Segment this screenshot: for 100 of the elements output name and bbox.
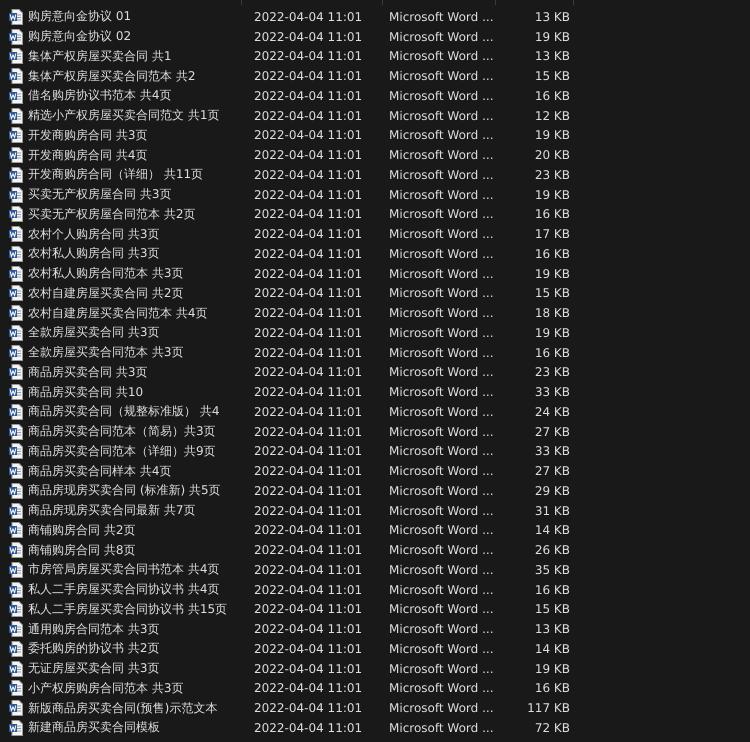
file-name[interactable]: 商品房买卖合同样本 共4页 (28, 462, 172, 480)
modified-date: 2022-04-04 11:01 (253, 582, 364, 597)
file-name[interactable]: 开发商购房合同（详细） 共11页 (28, 166, 204, 184)
file-name[interactable]: 集体产权房屋买卖合同范本 共2 (28, 68, 196, 85)
file-size: 29 KB (534, 484, 570, 498)
file-name[interactable]: 商品房买卖合同范本（详细）共9页 (28, 442, 216, 460)
file-type: Microsoft Word ... (388, 168, 495, 182)
document-icon (9, 443, 23, 460)
modified-date: 2022-04-04 11:01 (253, 346, 364, 360)
document-icon (9, 660, 23, 677)
file-name[interactable]: 开发商购房合同 共3页 (28, 126, 148, 144)
file-name[interactable]: 商品房买卖合同 共10 (28, 384, 144, 401)
file-type: Microsoft Word ... (388, 227, 495, 242)
document-icon (9, 28, 23, 45)
file-name[interactable]: 商铺购房合同 共2页 (28, 522, 136, 539)
file-name[interactable]: 商品房买卖合同 共3页 (28, 364, 148, 381)
file-name[interactable]: 新版商品房买卖合同(预售)示范文本 (28, 700, 218, 717)
file-name[interactable]: 商品房现房买卖合同最新 共7页 (28, 502, 196, 520)
file-name[interactable]: 农村自建房屋买卖合同范本 共4页 (28, 304, 208, 322)
file-type: Microsoft Word ... (388, 128, 495, 142)
modified-date: 2022-04-04 11:01 (253, 543, 364, 558)
file-size: 16 KB (534, 346, 570, 360)
file-size: 35 KB (534, 562, 570, 577)
file-name[interactable]: 通用购房合同范本 共3页 (28, 620, 160, 638)
file-name[interactable]: 私人二手房屋买卖合同协议书 共4页 (28, 581, 220, 598)
document-icon (9, 522, 23, 538)
modified-date: 2022-04-04 11:01 (253, 701, 364, 716)
document-icon (9, 640, 23, 657)
file-size: 18 KB (534, 306, 570, 320)
document-icon (9, 108, 23, 124)
file-size: 31 KB (534, 504, 570, 518)
file-name[interactable]: 集体产权房屋买卖合同 共1 (28, 48, 172, 65)
file-name[interactable]: 借名购房协议书范本 共4页 (28, 87, 172, 104)
file-type: Microsoft Word ... (388, 484, 495, 498)
document-icon (9, 482, 23, 499)
document-icon (9, 621, 23, 638)
modified-date: 2022-04-04 11:01 (253, 326, 364, 340)
document-icon (9, 601, 23, 618)
file-type: Microsoft Word ... (388, 49, 495, 64)
file-size: 20 KB (534, 148, 570, 162)
file-size: 19 KB (534, 188, 570, 202)
file-name[interactable]: 精选小产权房屋买卖合同范文 共1页 (28, 107, 220, 124)
file-type: Microsoft Word ... (388, 108, 495, 123)
file-size: 12 KB (534, 108, 570, 123)
file-name[interactable]: 购房意向金协议 02 (28, 28, 132, 46)
modified-date: 2022-04-04 11:01 (253, 642, 364, 656)
modified-date: 2022-04-04 11:01 (253, 365, 364, 380)
file-name[interactable]: 商铺购房合同 共8页 (28, 542, 136, 559)
file-size: 14 KB (534, 642, 570, 656)
document-icon (9, 680, 23, 696)
file-name[interactable]: 买卖无产权房屋合同范本 共2页 (28, 206, 196, 223)
file-name[interactable]: 无证房屋买卖合同 共3页 (28, 660, 160, 678)
file-type: Microsoft Word ... (388, 346, 495, 360)
file-name[interactable]: 农村私人购房合同 共3页 (28, 245, 160, 262)
file-type: Microsoft Word ... (388, 504, 495, 518)
file-name[interactable]: 市房管局房屋买卖合同书范本 共4页 (28, 561, 220, 578)
document-icon (9, 186, 23, 203)
document-icon (9, 147, 23, 164)
document-icon (9, 285, 23, 302)
file-name[interactable]: 全款房屋买卖合同 共3页 (28, 324, 160, 342)
file-name[interactable]: 私人二手房屋买卖合同协议书 共15页 (28, 600, 228, 618)
file-name[interactable]: 农村私人购房合同范本 共3页 (28, 265, 184, 282)
document-icon (9, 88, 23, 104)
file-size: 72 KB (534, 720, 570, 735)
file-name[interactable]: 农村自建房屋买卖合同 共2页 (28, 284, 184, 302)
file-type: Microsoft Word ... (388, 10, 495, 24)
file-name[interactable]: 购房意向金协议 01 (28, 8, 132, 26)
file-name[interactable]: 新建商品房买卖合同模板 (28, 719, 160, 736)
file-size: 17 KB (534, 227, 570, 242)
modified-date: 2022-04-04 11:01 (253, 207, 364, 222)
file-type: Microsoft Word ... (388, 30, 495, 44)
file-name[interactable]: 全款房屋买卖合同范本 共3页 (28, 344, 184, 362)
file-type: Microsoft Word ... (388, 188, 495, 202)
modified-date: 2022-04-04 11:01 (253, 504, 364, 518)
document-icon (9, 8, 23, 25)
file-size: 19 KB (534, 662, 570, 676)
modified-date: 2022-04-04 11:01 (253, 306, 364, 320)
file-name[interactable]: 商品房买卖合同（规整标准版） 共4 (28, 403, 220, 420)
document-icon (9, 720, 23, 736)
document-icon (9, 68, 23, 84)
file-size: 19 KB (534, 326, 570, 340)
file-name[interactable]: 开发商购房合同 共4页 (28, 146, 148, 164)
modified-date: 2022-04-04 11:01 (253, 720, 364, 735)
file-type: Microsoft Word ... (388, 444, 495, 458)
file-type: Microsoft Word ... (388, 622, 495, 636)
file-size: 15 KB (534, 602, 570, 616)
file-size: 19 KB (534, 266, 570, 281)
file-type: Microsoft Word ... (388, 701, 495, 716)
file-name[interactable]: 商品房现房买卖合同 (标准新) 共5页 (28, 482, 221, 500)
file-name[interactable]: 农村个人购房合同 共3页 (28, 226, 160, 243)
document-icon (9, 424, 23, 440)
file-size: 19 KB (534, 30, 570, 44)
file-type: Microsoft Word ... (388, 720, 495, 735)
file-name[interactable]: 小产权房购房合同范本 共3页 (28, 680, 184, 697)
file-name[interactable]: 买卖无产权房屋合同 共3页 (28, 186, 172, 204)
file-type: Microsoft Word ... (388, 662, 495, 676)
document-icon (9, 206, 23, 222)
file-name[interactable]: 商品房买卖合同范本（简易）共3页 (28, 423, 216, 440)
file-type: Microsoft Word ... (388, 602, 495, 616)
file-name[interactable]: 委托购房的协议书 共2页 (28, 640, 160, 658)
